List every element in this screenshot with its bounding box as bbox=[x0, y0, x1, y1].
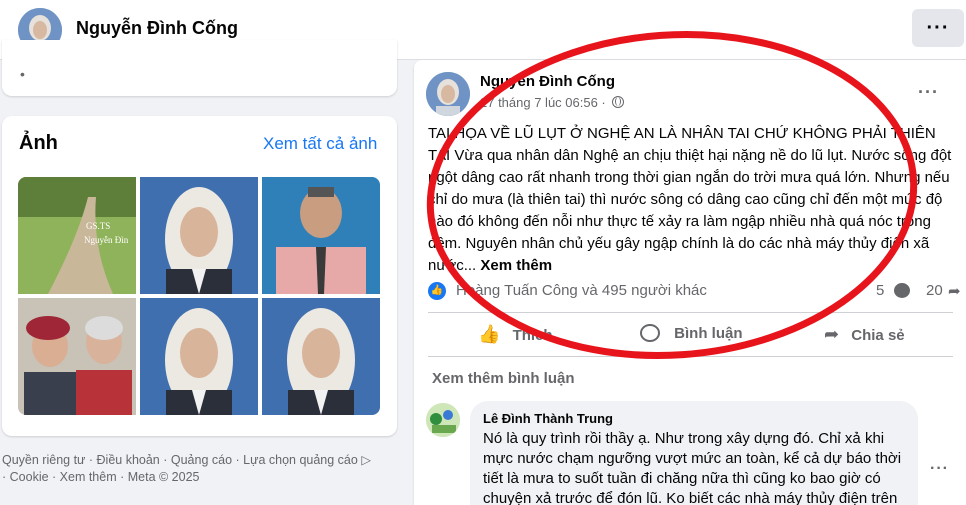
share-button[interactable]: ➦ Chia sẻ bbox=[824, 316, 905, 352]
share-count[interactable]: 20 bbox=[926, 282, 943, 299]
photo-grid: GS.TS Nguyễn Đìn bbox=[18, 177, 380, 415]
photo-thumbnail[interactable] bbox=[262, 177, 380, 294]
feed-post: Nguyễn Đình Cống 27 tháng 7 lúc 06:56 · … bbox=[414, 60, 966, 505]
couple-photo-image bbox=[18, 298, 136, 415]
thumbs-up-icon: 👍 bbox=[478, 324, 501, 344]
post-author-avatar[interactable] bbox=[426, 72, 470, 116]
post-actions: 👍 Thích Bình luận ➦ Chia sẻ bbox=[428, 316, 953, 352]
photo-thumbnail[interactable] bbox=[140, 177, 258, 294]
comment-author[interactable]: Lê Đình Thành Trung bbox=[483, 411, 613, 426]
portrait-image bbox=[262, 177, 380, 294]
like-button[interactable]: 👍 Thích bbox=[478, 316, 553, 352]
avatar-icon bbox=[426, 403, 460, 437]
post-timestamp[interactable]: 27 tháng 7 lúc 06:56 · bbox=[480, 95, 625, 110]
post-author-name[interactable]: Nguyễn Đình Cống bbox=[480, 73, 615, 90]
post-time-text: 27 tháng 7 lúc 06:56 · bbox=[480, 95, 606, 110]
comment-label: Bình luận bbox=[674, 325, 743, 342]
photo-thumbnail[interactable] bbox=[140, 298, 258, 415]
profile-name[interactable]: Nguyễn Đình Cống bbox=[76, 18, 238, 39]
like-label: Thích bbox=[512, 327, 553, 344]
reactions-bar: 👍 Hoàng Tuấn Công và 495 người khác 5 20… bbox=[428, 280, 961, 304]
photo-thumbnail[interactable] bbox=[18, 298, 136, 415]
avatar-portrait-icon bbox=[426, 72, 470, 116]
see-all-photos-link[interactable]: Xem tất cả ảnh bbox=[263, 134, 377, 154]
photos-card: Ảnh Xem tất cả ảnh GS.TS Nguyễn Đìn bbox=[2, 116, 397, 436]
page-footer-links: Quyền riêng tư · Điều khoản · Quảng cáo … bbox=[2, 452, 397, 486]
divider bbox=[428, 312, 953, 313]
bullet-dot: • bbox=[20, 66, 25, 82]
photo-thumbnail[interactable] bbox=[262, 298, 380, 415]
reactions-summary[interactable]: Hoàng Tuấn Công và 495 người khác bbox=[456, 282, 707, 299]
photo-caption-line2: Nguyễn Đìn bbox=[84, 235, 129, 245]
intro-card: • bbox=[2, 40, 397, 96]
globe-icon bbox=[612, 96, 625, 108]
post-body-text: Vừa qua nhân dân Nghệ an chịu thiệt hại … bbox=[428, 147, 952, 274]
comment-more-button[interactable]: ··· bbox=[930, 460, 949, 478]
photo-caption-line1: GS.TS bbox=[86, 221, 110, 231]
comment-button[interactable]: Bình luận bbox=[640, 316, 743, 352]
footer-links-line2[interactable]: · Cookie · Xem thêm · Meta © 2025 bbox=[2, 469, 397, 486]
more-options-button[interactable]: ··· bbox=[912, 9, 964, 47]
portrait-image bbox=[140, 177, 258, 294]
comment-bubble: Lê Đình Thành Trung Nó là quy trình rồi … bbox=[470, 401, 918, 505]
photos-title: Ảnh bbox=[19, 132, 58, 154]
post-more-button[interactable]: ··· bbox=[918, 82, 939, 103]
footer-links-line1[interactable]: Quyền riêng tư · Điều khoản · Quảng cáo … bbox=[2, 452, 397, 469]
portrait-image bbox=[140, 298, 258, 415]
portrait-image bbox=[262, 298, 380, 415]
path-landscape-image: GS.TS Nguyễn Đìn bbox=[18, 177, 136, 294]
like-reaction-icon: 👍 bbox=[428, 282, 446, 300]
share-label: Chia sẻ bbox=[851, 327, 905, 344]
post-body: TAI HỌA VỀ LŨ LỤT Ở NGHỆ AN LÀ NHÂN TAI … bbox=[428, 123, 953, 277]
comment-text: Nó là quy trình rồi thầy ạ. Như trong xâ… bbox=[483, 430, 902, 505]
comment-count-icon bbox=[894, 283, 910, 298]
photo-thumbnail[interactable]: GS.TS Nguyễn Đìn bbox=[18, 177, 136, 294]
comment-bubble-icon bbox=[640, 324, 660, 342]
commenter-avatar[interactable] bbox=[426, 403, 460, 437]
share-arrow-icon: ➦ bbox=[824, 324, 840, 344]
share-count-icon: ➦ bbox=[948, 283, 961, 300]
column-gap bbox=[405, 60, 413, 505]
see-more-link[interactable]: Xem thêm bbox=[480, 257, 552, 274]
view-more-comments-link[interactable]: Xem thêm bình luận bbox=[432, 370, 575, 387]
divider bbox=[428, 356, 953, 357]
comment-count[interactable]: 5 bbox=[876, 282, 884, 299]
